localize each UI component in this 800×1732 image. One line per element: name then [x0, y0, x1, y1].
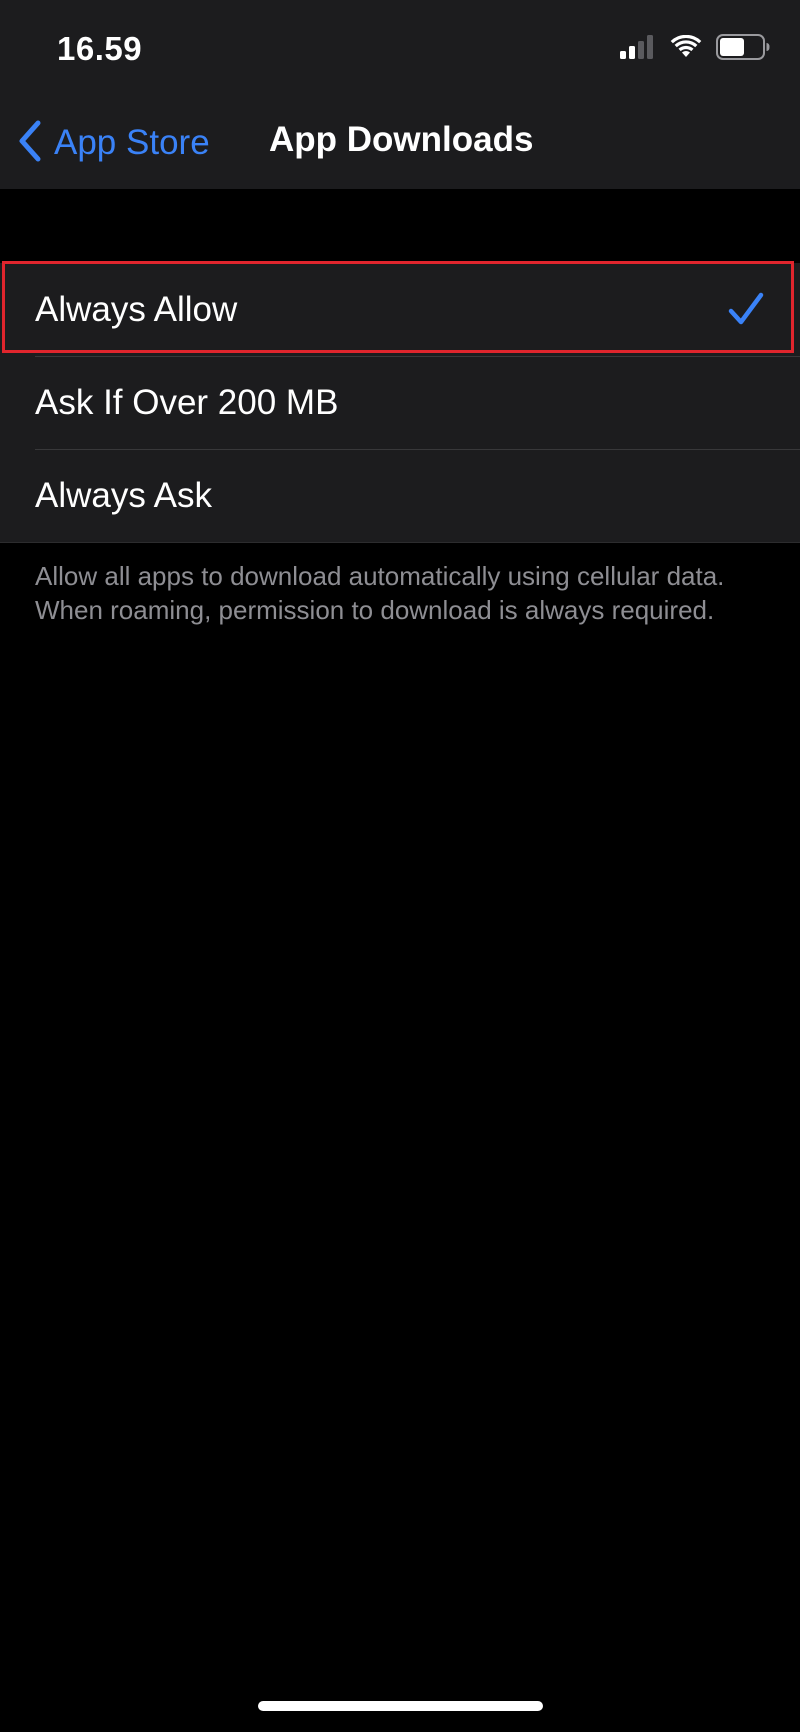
battery-icon	[716, 34, 770, 65]
checkmark-icon	[728, 291, 764, 332]
back-button[interactable]: App Store	[16, 118, 210, 168]
option-always-allow[interactable]: Always Allow	[0, 263, 800, 356]
footer-description: Allow all apps to download automatically…	[35, 561, 725, 625]
option-label: Always Ask	[35, 475, 212, 515]
option-always-ask[interactable]: Always Ask	[0, 449, 800, 542]
status-icons	[620, 34, 770, 65]
divider	[35, 356, 800, 357]
divider	[35, 449, 800, 450]
cellular-signal-icon	[620, 35, 656, 64]
chevron-left-icon	[16, 119, 44, 168]
wifi-icon	[670, 34, 702, 64]
option-label: Always Allow	[35, 289, 238, 329]
back-label: App Store	[54, 123, 210, 162]
option-label: Ask If Over 200 MB	[35, 382, 339, 422]
status-time: 16.59	[57, 30, 143, 67]
home-indicator[interactable]	[258, 1701, 543, 1711]
page-title: App Downloads	[269, 120, 534, 159]
option-ask-if-over-200mb[interactable]: Ask If Over 200 MB	[0, 356, 800, 449]
status-bar: 16.59	[0, 0, 800, 100]
options-list: Always Allow Ask If Over 200 MB Always A…	[0, 263, 800, 543]
navigation-bar: App Store App Downloads	[0, 100, 800, 189]
